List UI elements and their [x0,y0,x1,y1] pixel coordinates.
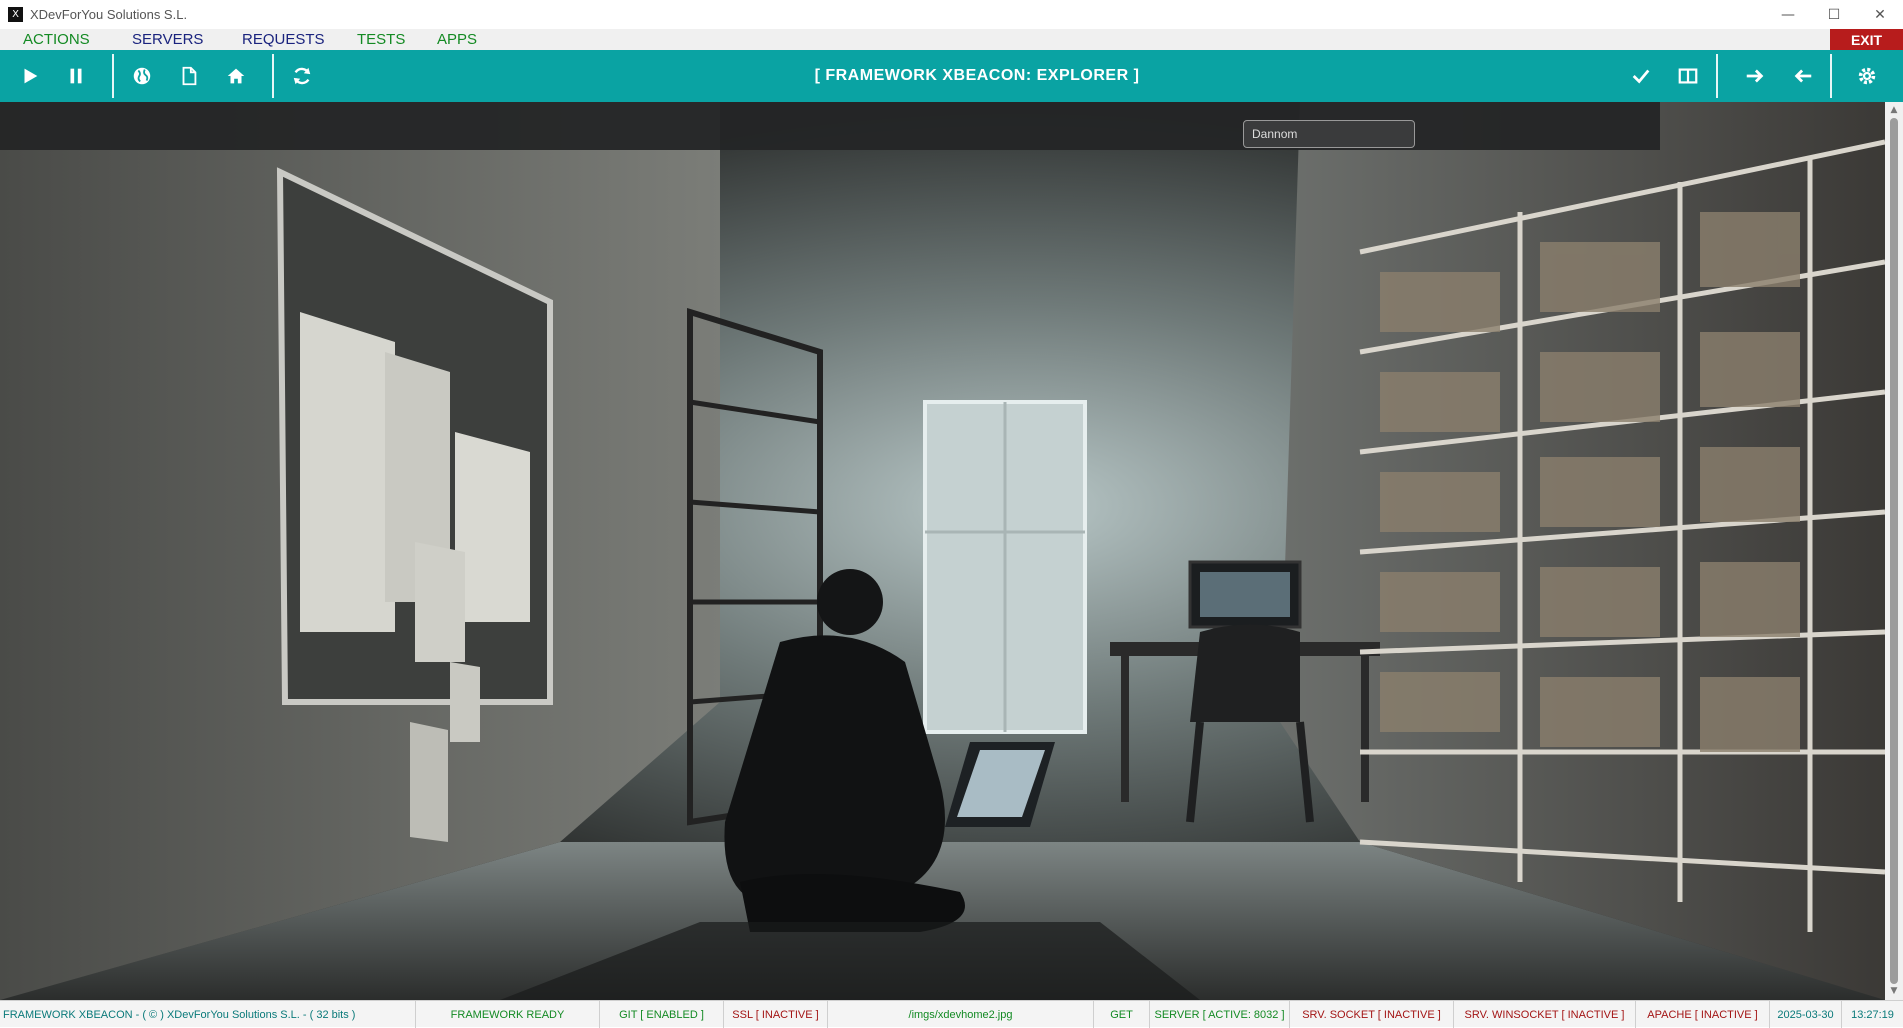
embedded-search-box: Dannom [1243,120,1415,148]
toolbar-separator [1716,54,1718,98]
status-method: GET [1094,1001,1150,1028]
status-winsocket: SRV. WINSOCKET [ INACTIVE ] [1454,1001,1636,1028]
menu-apps[interactable]: APPS [437,31,477,48]
scroll-up-icon[interactable]: ▲ [1889,105,1899,115]
toolbar: [ FRAMEWORK XBEACON: EXPLORER ] [0,50,1903,102]
split-view-icon[interactable] [1666,50,1710,102]
arrow-right-icon[interactable] [1733,50,1777,102]
exit-button[interactable]: EXIT [1830,29,1903,50]
background-image [0,102,1885,1000]
pause-icon[interactable] [54,50,98,102]
menu-bar: ACTIONS SERVERS REQUESTS TESTS APPS EXIT [0,29,1903,50]
toolbar-separator [1830,54,1832,98]
status-apache: APACHE [ INACTIVE ] [1636,1001,1770,1028]
menu-servers[interactable]: SERVERS [132,31,203,48]
status-ssl: SSL [ INACTIVE ] [724,1001,828,1028]
status-bar: FRAMEWORK XBEACON - ( © ) XDevForYou Sol… [0,1000,1903,1028]
menu-requests[interactable]: REQUESTS [242,31,325,48]
close-icon[interactable]: ✕ [1857,0,1903,29]
menu-tests[interactable]: TESTS [357,31,405,48]
arrow-left-icon[interactable] [1781,50,1825,102]
status-time: 13:27:19 [1851,1008,1894,1021]
window-title: XDevForYou Solutions S.L. [30,7,188,22]
toolbar-separator [272,54,274,98]
window-controls: — ☐ ✕ [1765,0,1903,29]
vertical-scrollbar[interactable]: ▲ ▼ [1885,102,1903,1000]
scroll-thumb[interactable] [1890,118,1898,984]
globe-icon[interactable] [120,50,164,102]
maximize-icon[interactable]: ☐ [1811,0,1857,29]
play-icon[interactable] [8,50,52,102]
home-icon[interactable] [214,50,258,102]
status-git: GIT [ ENABLED ] [600,1001,724,1028]
refresh-icon[interactable] [280,50,324,102]
gear-icon[interactable] [1845,50,1889,102]
scroll-down-icon[interactable]: ▼ [1889,986,1899,996]
status-socket: SRV. SOCKET [ INACTIVE ] [1290,1001,1454,1028]
toolbar-separator [112,54,114,98]
window-title-bar: X XDevForYou Solutions S.L. — ☐ ✕ [0,0,1903,29]
status-date: 2025-03-30 [1770,1001,1842,1028]
status-path: /imgs/xdevhome2.jpg [828,1001,1094,1028]
check-icon[interactable] [1619,50,1663,102]
status-app-info: FRAMEWORK XBEACON - ( © ) XDevForYou Sol… [0,1001,416,1028]
status-ready: FRAMEWORK READY [416,1001,600,1028]
menu-actions[interactable]: ACTIONS [23,31,90,48]
toolbar-title: [ FRAMEWORK XBEACON: EXPLORER ] [814,67,1140,84]
minimize-icon[interactable]: — [1765,0,1811,29]
document-icon[interactable] [167,50,211,102]
image-viewport[interactable]: Dannom [0,102,1885,1000]
app-icon: X [8,7,23,22]
status-server: SERVER [ ACTIVE: 8032 ] [1150,1001,1290,1028]
